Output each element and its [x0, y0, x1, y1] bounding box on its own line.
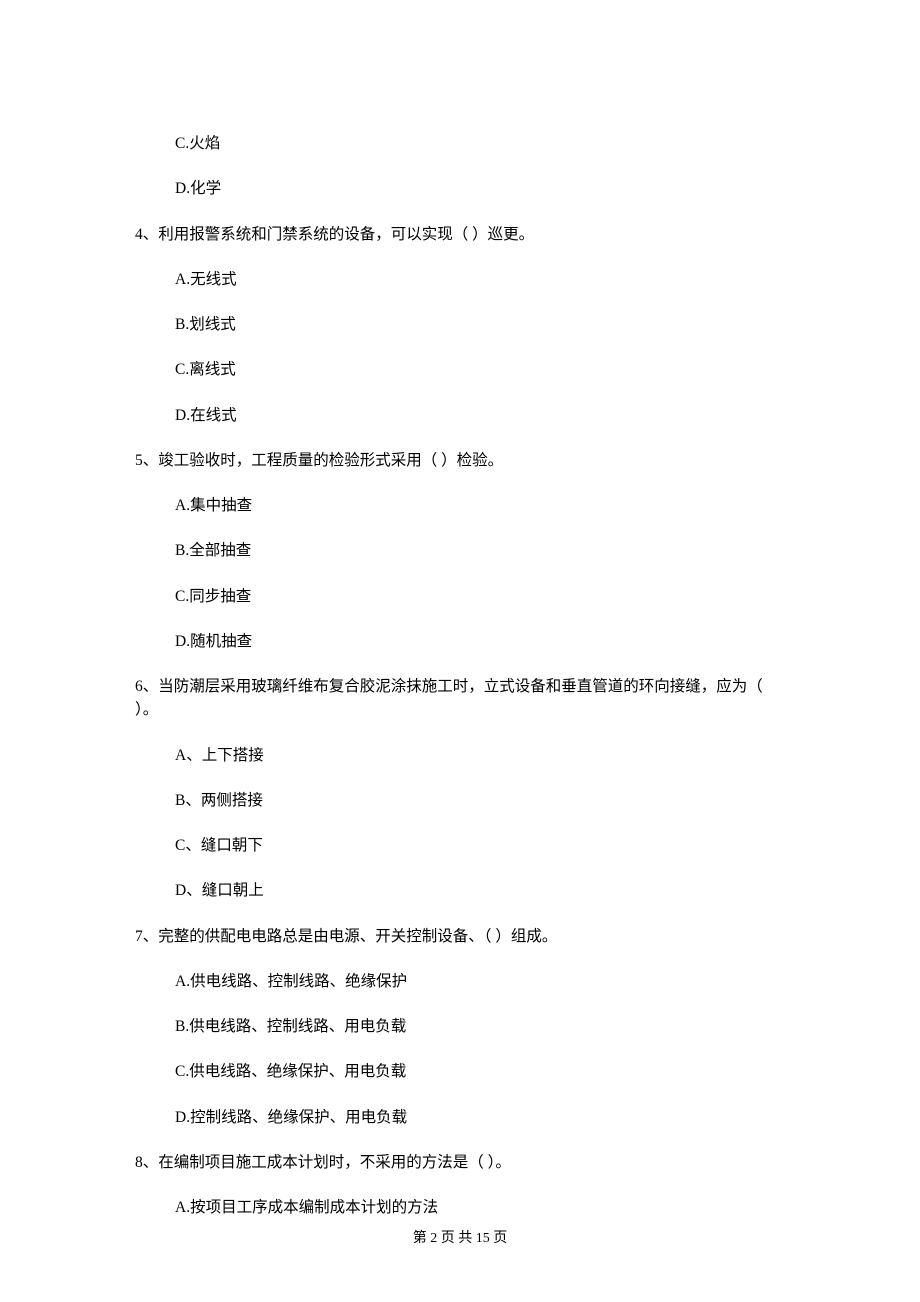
- q8-option-a: A.按项目工序成本编制成本计划的方法: [175, 1196, 785, 1219]
- q5-stem: 5、竣工验收时，工程质量的检验形式采用（ ）检验。: [135, 449, 785, 472]
- q6-option-a: A、上下搭接: [175, 744, 785, 767]
- q5-option-b: B.全部抽查: [175, 539, 785, 562]
- q5-option-d: D.随机抽查: [175, 630, 785, 653]
- q4-option-d: D.在线式: [175, 404, 785, 427]
- q7-option-d: D.控制线路、绝缘保护、用电负载: [175, 1106, 785, 1129]
- question-5: 5、竣工验收时，工程质量的检验形式采用（ ）检验。 A.集中抽查 B.全部抽查 …: [135, 449, 785, 653]
- q6-option-b: B、两侧搭接: [175, 789, 785, 812]
- q4-option-c: C.离线式: [175, 358, 785, 381]
- question-4: 4、利用报警系统和门禁系统的设备，可以实现（ ）巡更。 A.无线式 B.划线式 …: [135, 223, 785, 427]
- q8-stem: 8、在编制项目施工成本计划时，不采用的方法是（ ）。: [135, 1151, 785, 1174]
- page-content: C.火焰 D.化学 4、利用报警系统和门禁系统的设备，可以实现（ ）巡更。 A.…: [0, 0, 920, 1219]
- q7-option-a: A.供电线路、控制线路、绝缘保护: [175, 970, 785, 993]
- q4-option-b: B.划线式: [175, 313, 785, 336]
- question-6: 6、当防潮层采用玻璃纤维布复合胶泥涂抹施工时，立式设备和垂直管道的环向接缝，应为…: [135, 675, 785, 903]
- question-7: 7、完整的供配电电路总是由电源、开关控制设备、（ ）组成。 A.供电线路、控制线…: [135, 925, 785, 1129]
- q6-stem: 6、当防潮层采用玻璃纤维布复合胶泥涂抹施工时，立式设备和垂直管道的环向接缝，应为…: [135, 675, 785, 722]
- page-footer: 第 2 页 共 15 页: [0, 1227, 920, 1247]
- q5-option-c: C.同步抽查: [175, 585, 785, 608]
- q4-option-a: A.无线式: [175, 268, 785, 291]
- q4-stem: 4、利用报警系统和门禁系统的设备，可以实现（ ）巡更。: [135, 223, 785, 246]
- prev-option-d: D.化学: [175, 177, 785, 200]
- prev-question-options: C.火焰 D.化学: [135, 132, 785, 201]
- prev-option-c: C.火焰: [175, 132, 785, 155]
- question-8: 8、在编制项目施工成本计划时，不采用的方法是（ ）。 A.按项目工序成本编制成本…: [135, 1151, 785, 1220]
- q7-option-c: C.供电线路、绝缘保护、用电负载: [175, 1060, 785, 1083]
- q5-option-a: A.集中抽查: [175, 494, 785, 517]
- q7-option-b: B.供电线路、控制线路、用电负载: [175, 1015, 785, 1038]
- q6-option-c: C、缝口朝下: [175, 834, 785, 857]
- q6-option-d: D、缝口朝上: [175, 879, 785, 902]
- q7-stem: 7、完整的供配电电路总是由电源、开关控制设备、（ ）组成。: [135, 925, 785, 948]
